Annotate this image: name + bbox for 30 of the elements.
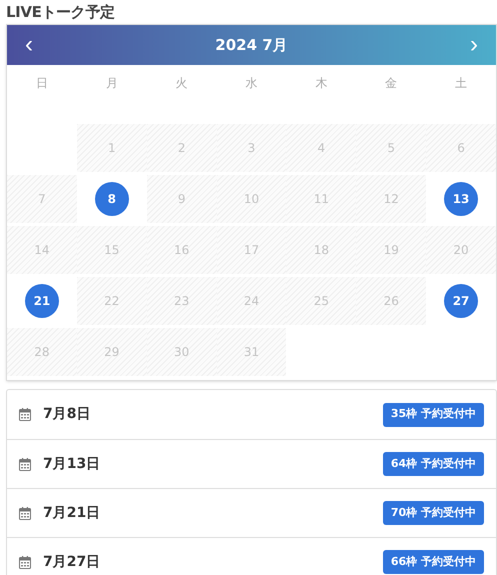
schedule-row[interactable]: 7月8日 35枠 予約受付中 <box>7 390 496 439</box>
weekday-label: 水 <box>245 75 258 92</box>
month-label: 2024 7月 <box>215 34 288 56</box>
availability-badge: 66枠 予約受付中 <box>382 550 484 574</box>
previous-month-button[interactable]: ‹ <box>25 33 33 57</box>
weekday-label: 火 <box>176 75 188 92</box>
calendar-icon <box>19 506 31 520</box>
date-label: 7月13日 <box>43 454 100 474</box>
availability-badge: 70枠 予約受付中 <box>382 501 484 525</box>
available-day-button[interactable]: 13 <box>444 182 478 216</box>
weekday-label: 月 <box>106 75 118 92</box>
calendar-icon <box>19 556 31 568</box>
weekday-label: 金 <box>385 75 398 92</box>
date-label: 7月21日 <box>43 504 100 522</box>
weekday-label: 日 <box>36 75 48 92</box>
date-label: 7月27日 <box>43 552 100 572</box>
schedule-row[interactable]: 7月27日 66枠 予約受付中 <box>7 537 496 575</box>
availability-badge: 35枠 予約受付中 <box>382 402 484 426</box>
schedule-row[interactable]: 7月13日 64枠 予約受付中 <box>7 439 496 488</box>
available-day-button[interactable]: 21 <box>24 284 59 318</box>
page-title: LIVEトーク予定 <box>6 2 116 23</box>
schedule-row[interactable]: 7月21日 70枠 予約受付中 <box>7 488 496 537</box>
weekday-label: 土 <box>455 75 468 92</box>
date-label: 7月8日 <box>43 405 90 424</box>
available-day-button[interactable]: 8 <box>94 182 129 216</box>
weekday-label: 木 <box>315 75 328 92</box>
available-day-button[interactable]: 27 <box>444 284 478 318</box>
calendar-icon <box>19 458 31 470</box>
availability-badge: 64枠 予約受付中 <box>382 452 484 476</box>
calendar-icon <box>19 408 31 421</box>
